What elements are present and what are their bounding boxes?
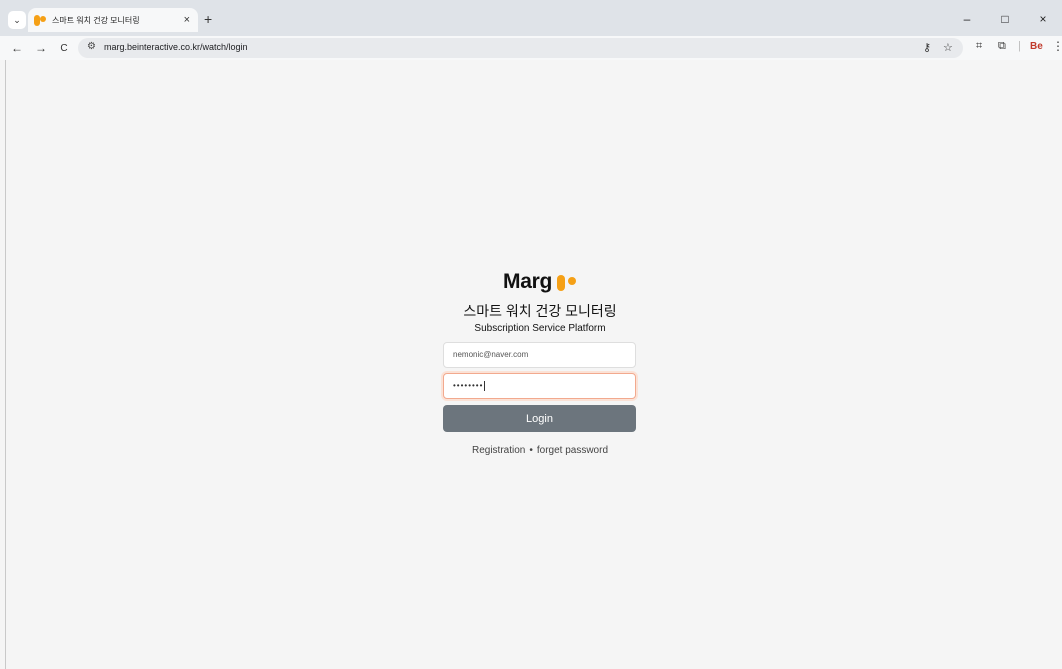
tab-screenshot-icon[interactable]: ⌗ <box>976 40 982 53</box>
tab-close-icon[interactable]: × <box>184 13 190 27</box>
brand-logo: Marg <box>443 270 637 294</box>
registration-link[interactable]: Registration <box>472 445 525 456</box>
bookmark-star-icon[interactable]: ☆ <box>943 41 953 54</box>
reload-button[interactable]: C <box>55 39 73 57</box>
password-masked-value: •••••••• <box>453 381 484 390</box>
tab-title: 스마트 워치 건강 모니터링 <box>52 15 140 25</box>
text-caret <box>484 380 486 391</box>
forward-button[interactable]: → <box>32 39 50 57</box>
login-form: Marg 스마트 워치 건강 모니터링 Subscription Service… <box>443 270 637 456</box>
address-bar[interactable]: ⚙ marg.beinteractive.co.kr/watch/login ⚷… <box>78 38 963 58</box>
extensions-icon[interactable]: ⧉ <box>998 40 1006 53</box>
marg-favicon-icon <box>34 14 46 26</box>
window-controls: – □ × <box>948 8 1062 30</box>
address-bar-url[interactable]: marg.beinteractive.co.kr/watch/login <box>104 42 248 52</box>
login-button[interactable]: Login <box>443 405 636 432</box>
marg-logo-icon <box>556 273 577 291</box>
tab-strip: ⌄ 스마트 워치 건강 모니터링 × + – □ × <box>0 0 1062 32</box>
password-field[interactable]: •••••••• <box>443 373 636 399</box>
password-key-icon[interactable]: ⚷ <box>923 41 931 54</box>
tab-search-button[interactable]: ⌄ <box>8 11 26 29</box>
new-tab-button[interactable]: + <box>204 10 212 28</box>
close-window-button[interactable]: × <box>1024 8 1062 30</box>
page-subtitle: Subscription Service Platform <box>474 323 606 334</box>
minimize-button[interactable]: – <box>948 8 986 30</box>
browser-toolbar: ← → C ⚙ marg.beinteractive.co.kr/watch/l… <box>0 36 1062 60</box>
site-info-icon[interactable]: ⚙ <box>87 41 96 52</box>
forget-password-link[interactable]: forget password <box>537 445 608 456</box>
page-title: 스마트 워치 건강 모니터링 <box>463 303 617 319</box>
link-separator: • <box>529 445 533 456</box>
menu-icon[interactable]: ⋮ <box>1052 39 1062 53</box>
back-button[interactable]: ← <box>8 39 26 57</box>
toolbar-divider: | <box>1018 40 1021 52</box>
browser-chrome: ⌄ 스마트 워치 건강 모니터링 × + – □ × ← → C ⚙ marg.… <box>0 0 1062 60</box>
behance-extension-icon[interactable]: Be <box>1030 41 1043 52</box>
active-tab[interactable]: 스마트 워치 건강 모니터링 × <box>28 8 198 32</box>
brand-name: Marg <box>503 270 552 293</box>
auth-links: Registration • forget password <box>443 445 637 456</box>
chevron-down-icon: ⌄ <box>13 14 21 25</box>
maximize-button[interactable]: □ <box>986 8 1024 30</box>
email-field[interactable]: nemonic@naver.com <box>443 342 636 368</box>
page-viewport: Marg 스마트 워치 건강 모니터링 Subscription Service… <box>5 60 1062 669</box>
